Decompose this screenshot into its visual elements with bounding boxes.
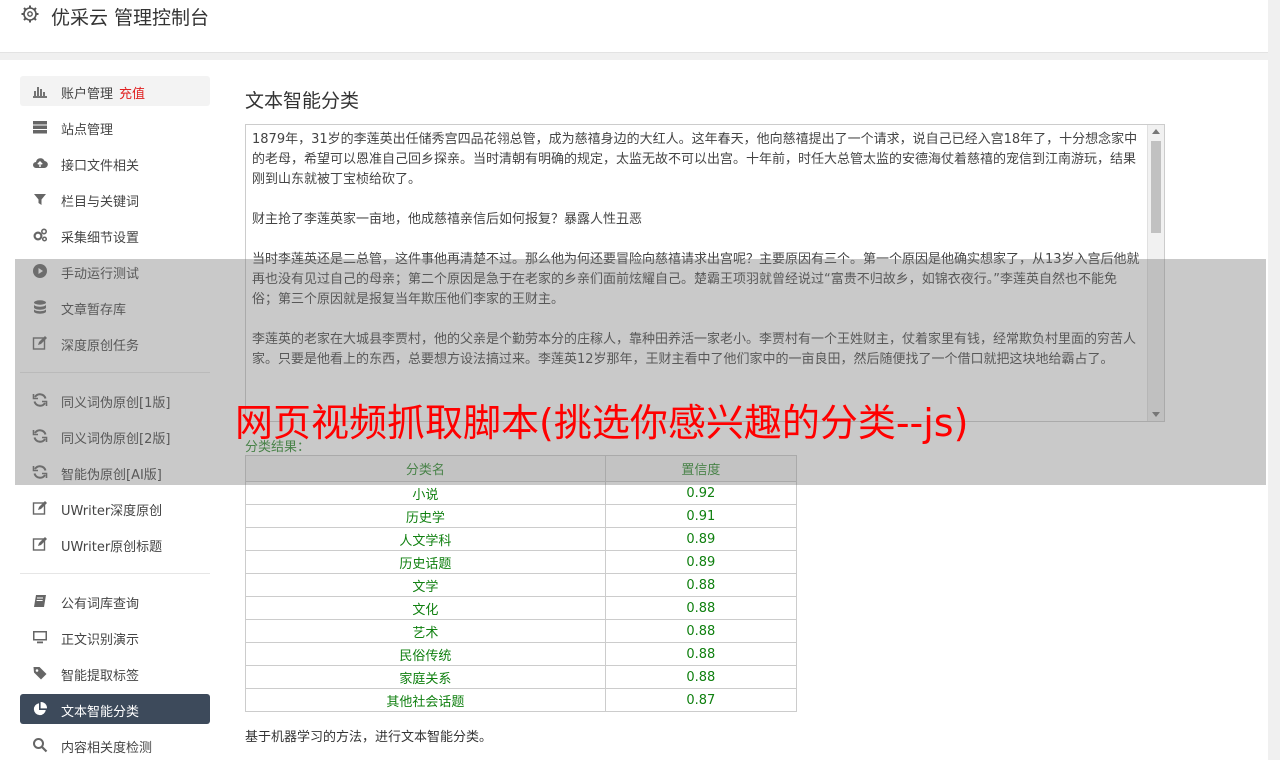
sidebar-item-label: 公有词库查询 bbox=[61, 597, 140, 612]
confidence-cell: 0.87 bbox=[604, 688, 798, 712]
recharge-link[interactable]: 充值 bbox=[119, 87, 145, 102]
gear-icon bbox=[21, 5, 39, 23]
sidebar-item-label: 接口文件相关 bbox=[61, 159, 140, 174]
edit-icon bbox=[32, 501, 47, 515]
confidence-cell: 0.91 bbox=[604, 504, 798, 528]
sidebar-item-sites[interactable]: 站点管理 bbox=[20, 112, 210, 142]
table-row: 家庭关系 0.88 bbox=[245, 665, 798, 689]
confidence-cell: 0.88 bbox=[604, 573, 798, 597]
sidebar-item-columns-keywords[interactable]: 栏目与关键词 bbox=[20, 184, 210, 214]
app-header: 优采云 管理控制台 bbox=[0, 0, 1268, 53]
sidebar-item-label: 站点管理 bbox=[61, 123, 114, 138]
pie-chart-icon bbox=[33, 701, 48, 716]
watermark-overlay bbox=[15, 259, 1266, 485]
scroll-up-icon[interactable] bbox=[1152, 129, 1160, 134]
table-row: 其他社会话题 0.87 bbox=[245, 688, 798, 712]
sidebar-item-interface-files[interactable]: 接口文件相关 bbox=[20, 148, 210, 178]
sidebar-item-label: 正文识别演示 bbox=[61, 633, 140, 648]
confidence-cell: 0.88 bbox=[604, 619, 798, 643]
category-cell: 其他社会话题 bbox=[245, 688, 606, 712]
sidebar-item-text-classification[interactable]: 文本智能分类 bbox=[20, 694, 210, 724]
server-icon bbox=[33, 121, 47, 134]
sidebar-item-account[interactable]: 账户管理 充值 bbox=[20, 76, 210, 106]
sidebar-item-label: 文本智能分类 bbox=[61, 705, 140, 720]
sidebar-item-uwriter-title[interactable]: UWriter原创标题 bbox=[20, 529, 210, 559]
sidebar-item-label: 采集细节设置 bbox=[61, 231, 140, 246]
bar-chart-icon bbox=[33, 87, 47, 98]
table-row: 艺术 0.88 bbox=[245, 619, 798, 643]
sidebar-item-label: 智能提取标签 bbox=[61, 669, 140, 684]
book-icon bbox=[34, 595, 46, 607]
category-cell: 文学 bbox=[245, 573, 606, 597]
tag-icon bbox=[33, 667, 47, 680]
cloud-upload-icon bbox=[33, 158, 48, 169]
sidebar-item-label: 账户管理 bbox=[61, 87, 114, 102]
sidebar-item-label: UWriter原创标题 bbox=[61, 540, 163, 555]
confidence-cell: 0.88 bbox=[604, 642, 798, 666]
category-cell: 艺术 bbox=[245, 619, 606, 643]
page-title: 文本智能分类 bbox=[245, 90, 360, 112]
table-row: 人文学科 0.89 bbox=[245, 527, 798, 551]
classification-results-table: 分类名 置信度 小说 0.92 历史学 0.91 人文学科 0.89 历史话题 0.89… bbox=[245, 455, 798, 712]
sidebar-item-public-lexicon[interactable]: 公有词库查询 bbox=[20, 586, 210, 616]
confidence-cell: 0.88 bbox=[604, 596, 798, 620]
category-cell: 人文学科 bbox=[245, 527, 606, 551]
monitor-icon bbox=[33, 631, 47, 644]
search-icon bbox=[33, 738, 48, 753]
confidence-cell: 0.89 bbox=[604, 527, 798, 551]
table-row: 文化 0.88 bbox=[245, 596, 798, 620]
category-cell: 文化 bbox=[245, 596, 606, 620]
table-row: 民俗传统 0.88 bbox=[245, 642, 798, 666]
app-title: 优采云 管理控制台 bbox=[51, 7, 210, 29]
sidebar-item-label: 内容相关度检测 bbox=[61, 741, 153, 756]
filter-icon bbox=[34, 194, 46, 205]
scroll-thumb[interactable] bbox=[1151, 141, 1161, 233]
category-cell: 民俗传统 bbox=[245, 642, 606, 666]
sidebar-item-label: 栏目与关键词 bbox=[61, 195, 140, 210]
category-cell: 家庭关系 bbox=[245, 665, 606, 689]
category-cell: 历史话题 bbox=[245, 550, 606, 574]
sidebar-item-label: UWriter深度原创 bbox=[61, 504, 163, 519]
sidebar-item-text-recognition[interactable]: 正文识别演示 bbox=[20, 622, 210, 652]
sidebar-item-extract-tags[interactable]: 智能提取标签 bbox=[20, 658, 210, 688]
table-row: 历史话题 0.89 bbox=[245, 550, 798, 574]
confidence-cell: 0.89 bbox=[604, 550, 798, 574]
gears-icon bbox=[33, 228, 48, 242]
category-cell: 历史学 bbox=[245, 504, 606, 528]
sidebar-divider bbox=[20, 573, 210, 574]
description-text: 基于机器学习的方法，进行文本智能分类。 bbox=[245, 730, 493, 745]
overlay-caption: 网页视频抓取脚本(挑选你感兴趣的分类--js) bbox=[235, 401, 969, 445]
table-row: 历史学 0.91 bbox=[245, 504, 798, 528]
sidebar-item-collect-settings[interactable]: 采集细节设置 bbox=[20, 220, 210, 250]
sidebar-item-uwriter-deep[interactable]: UWriter深度原创 bbox=[20, 493, 210, 523]
confidence-cell: 0.88 bbox=[604, 665, 798, 689]
sidebar-item-relevance-check[interactable]: 内容相关度检测 bbox=[20, 730, 210, 760]
table-row: 文学 0.88 bbox=[245, 573, 798, 597]
edit-icon bbox=[32, 537, 47, 551]
